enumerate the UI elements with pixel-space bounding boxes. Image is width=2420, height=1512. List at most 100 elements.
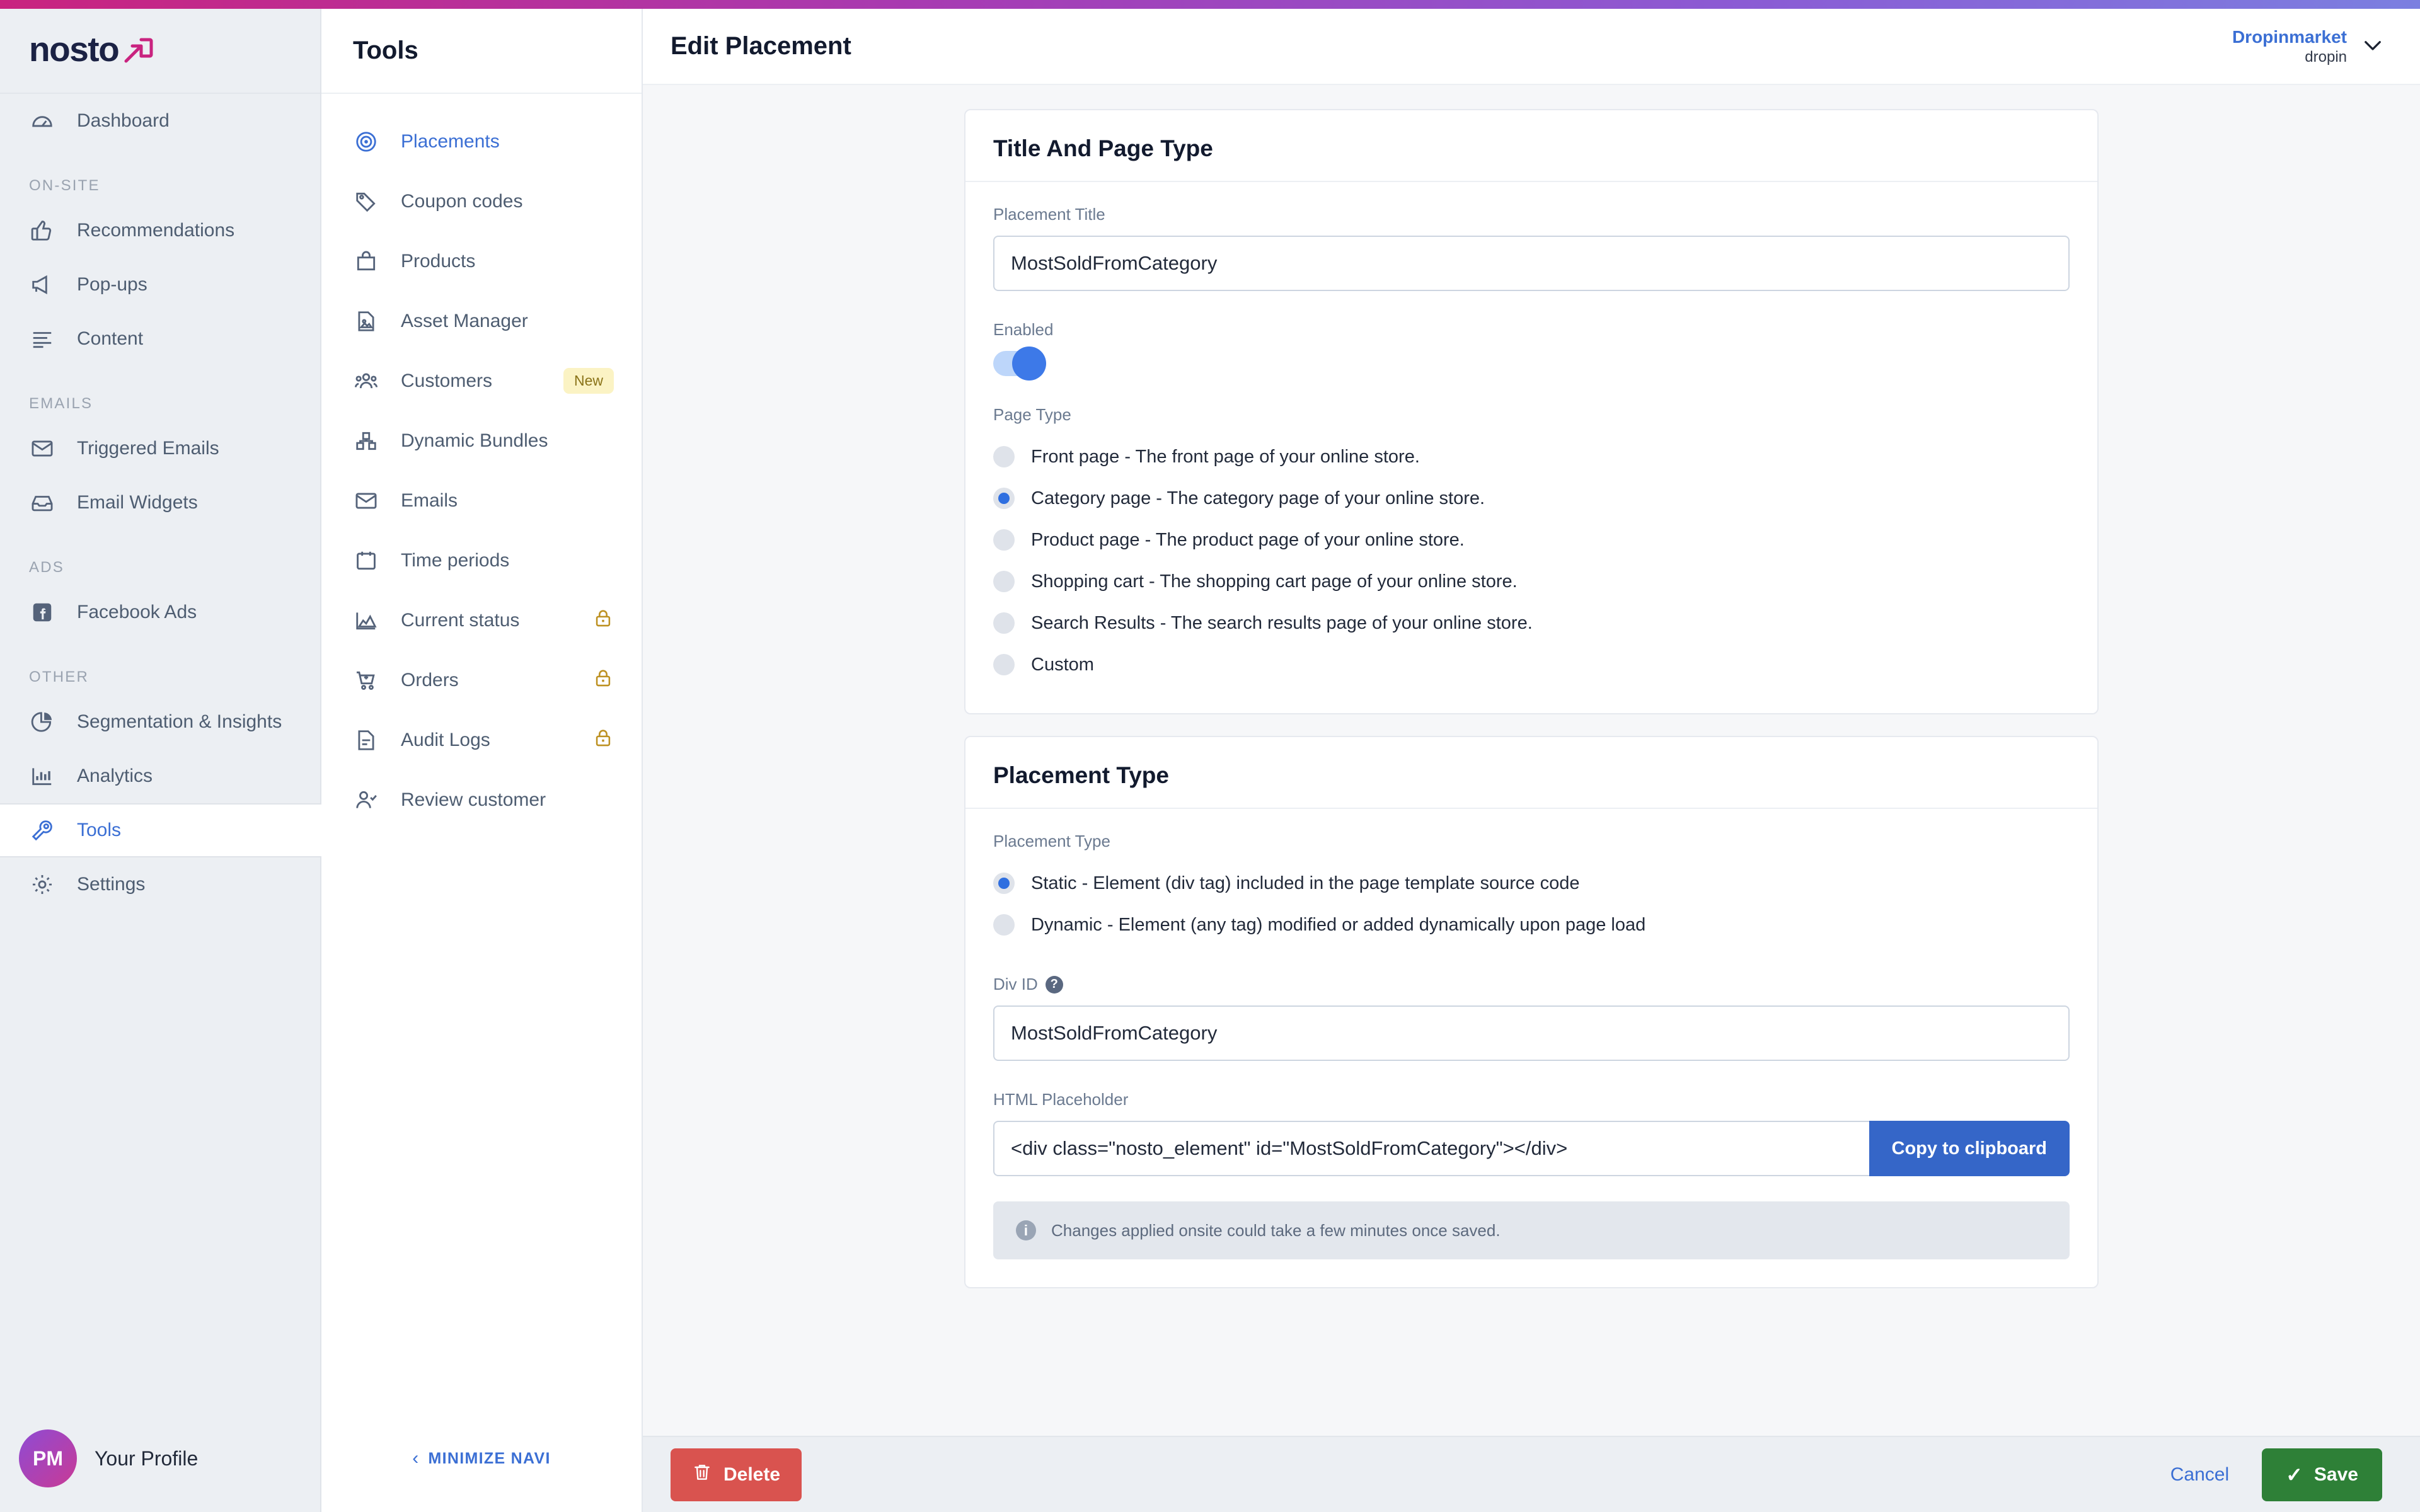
help-circle-icon[interactable]: ? (1045, 975, 1063, 994)
copy-to-clipboard-button[interactable]: Copy to clipboard (1869, 1121, 2070, 1176)
tool-item-review-customer[interactable]: Review customer (321, 770, 642, 830)
sidebar-item-tools[interactable]: Tools (0, 803, 321, 857)
cancel-button[interactable]: Cancel (2153, 1448, 2247, 1501)
boxes-icon (353, 428, 379, 454)
tool-item-orders[interactable]: Orders (321, 650, 642, 710)
page-type-option-product-page[interactable]: Product page - The product page of your … (993, 519, 2070, 561)
radio-icon (993, 529, 1015, 551)
placement-type-option-static[interactable]: Static - Element (div tag) included in t… (993, 862, 2070, 904)
tool-item-asset-manager[interactable]: Asset Manager (321, 291, 642, 351)
tag-icon (353, 188, 379, 215)
info-icon: i (1016, 1220, 1036, 1240)
info-message: Changes applied onsite could take a few … (1051, 1220, 1501, 1240)
placement-type-label: Placement Type (993, 832, 1110, 850)
tool-item-label: Orders (401, 669, 459, 690)
sidebar-item-label: Facebook Ads (77, 602, 197, 622)
tool-item-products[interactable]: Products (321, 231, 642, 291)
sidebar-item-label: Dashboard (77, 110, 170, 131)
tool-item-emails[interactable]: Emails (321, 471, 642, 530)
html-placeholder-input[interactable] (993, 1121, 1869, 1176)
user-profile[interactable]: PM Your Profile (0, 1405, 320, 1512)
tool-item-current-status[interactable]: Current status (321, 590, 642, 650)
check-icon: ✓ (2286, 1463, 2303, 1486)
tool-item-label: Current status (401, 609, 520, 631)
account-switcher[interactable]: Dropinmarket dropin (2232, 26, 2382, 67)
save-button[interactable]: ✓ Save (2262, 1448, 2382, 1501)
tool-item-label: Time periods (401, 549, 510, 571)
logo-arrow-icon (122, 33, 155, 73)
sidebar-item-dashboard[interactable]: Dashboard (0, 94, 320, 148)
placement-title-input[interactable] (993, 236, 2070, 291)
thumbs-up-icon (29, 217, 55, 244)
delete-button[interactable]: Delete (671, 1448, 802, 1501)
action-bar: Delete Cancel ✓ Save (643, 1436, 2420, 1512)
sidebar-item-email-widgets[interactable]: Email Widgets (0, 476, 320, 530)
card-title-and-page-type: Title And Page Type Placement Title Enab… (964, 109, 2099, 714)
facebook-icon (29, 599, 55, 626)
account-name: Dropinmarket (2232, 27, 2347, 47)
page-type-option-custom[interactable]: Custom (993, 644, 2070, 685)
chevron-down-icon[interactable] (2363, 36, 2382, 57)
envelope-icon (353, 488, 379, 514)
placement-title-label: Placement Title (993, 205, 1105, 224)
tool-item-placements[interactable]: Placements (321, 112, 642, 171)
sidebar-item-facebook-ads[interactable]: Facebook Ads (0, 585, 320, 639)
div-id-label-text: Div ID (993, 975, 1038, 994)
radio-icon (993, 612, 1015, 634)
info-banner: i Changes applied onsite could take a fe… (993, 1201, 2070, 1259)
tools-secondary-panel: Tools Placements Coupon codes Products A… (321, 9, 643, 1512)
page-type-option-shopping-cart[interactable]: Shopping cart - The shopping cart page o… (993, 561, 2070, 602)
sidebar-item-popups[interactable]: Pop-ups (0, 258, 320, 312)
tool-item-coupon-codes[interactable]: Coupon codes (321, 171, 642, 231)
tool-item-audit-logs[interactable]: Audit Logs (321, 710, 642, 770)
sidebar-item-label: Tools (77, 820, 122, 840)
lock-icon (592, 607, 614, 634)
sidebar-item-content[interactable]: Content (0, 312, 320, 366)
bar-chart-icon (29, 763, 55, 789)
tool-item-label: Products (401, 250, 476, 272)
sidebar-item-label: Pop-ups (77, 274, 147, 295)
sidebar-section-emails: EMAILS (29, 395, 93, 412)
radio-label: Search Results - The search results page… (1031, 612, 1533, 633)
radio-label: Shopping cart - The shopping cart page o… (1031, 571, 1518, 592)
wrench-icon (29, 817, 55, 844)
sidebar-item-segmentation-insights[interactable]: Segmentation & Insights (0, 695, 320, 749)
radio-icon (993, 914, 1015, 936)
page-type-option-category-page[interactable]: Category page - The category page of you… (993, 478, 2070, 519)
page-type-option-front-page[interactable]: Front page - The front page of your onli… (993, 436, 2070, 478)
placement-form: Title And Page Type Placement Title Enab… (964, 109, 2099, 1436)
radio-label: Category page - The category page of you… (1031, 488, 1485, 508)
radio-icon (993, 488, 1015, 509)
minimize-navi-button[interactable]: ‹ MINIMIZE NAVI (321, 1405, 642, 1512)
sidebar-item-settings[interactable]: Settings (0, 857, 320, 912)
sidebar-item-analytics[interactable]: Analytics (0, 749, 320, 803)
sidebar-item-recommendations[interactable]: Recommendations (0, 203, 320, 258)
pie-chart-icon (29, 709, 55, 735)
minimize-navi-label: MINIMIZE NAVI (428, 1449, 551, 1467)
radio-label: Static - Element (div tag) included in t… (1031, 873, 1580, 893)
sidebar-item-label: Triggered Emails (77, 438, 219, 459)
radio-label: Custom (1031, 654, 1094, 675)
html-placeholder-label: HTML Placeholder (993, 1090, 1129, 1109)
tool-item-label: Coupon codes (401, 190, 523, 212)
placement-type-option-dynamic[interactable]: Dynamic - Element (any tag) modified or … (993, 904, 2070, 946)
card-placement-type: Placement Type Placement Type Static - E… (964, 736, 2099, 1288)
page-type-option-search-results[interactable]: Search Results - The search results page… (993, 602, 2070, 644)
tool-item-customers[interactable]: Customers New (321, 351, 642, 411)
status-badge: New (563, 368, 614, 394)
tool-item-time-periods[interactable]: Time periods (321, 530, 642, 590)
div-id-input[interactable] (993, 1005, 2070, 1061)
tool-item-dynamic-bundles[interactable]: Dynamic Bundles (321, 411, 642, 471)
sidebar-section-on-site: ON-SITE (29, 177, 100, 194)
image-file-icon (353, 308, 379, 335)
radio-label: Product page - The product page of your … (1031, 529, 1465, 550)
document-icon (353, 727, 379, 753)
app-logo[interactable]: nosto (0, 9, 320, 94)
megaphone-icon (29, 272, 55, 298)
radio-icon (993, 654, 1015, 675)
radio-icon (993, 446, 1015, 467)
enabled-toggle[interactable] (993, 346, 1046, 381)
html-placeholder-row: Copy to clipboard (993, 1121, 2070, 1176)
lock-icon (592, 727, 614, 753)
sidebar-item-triggered-emails[interactable]: Triggered Emails (0, 421, 320, 476)
